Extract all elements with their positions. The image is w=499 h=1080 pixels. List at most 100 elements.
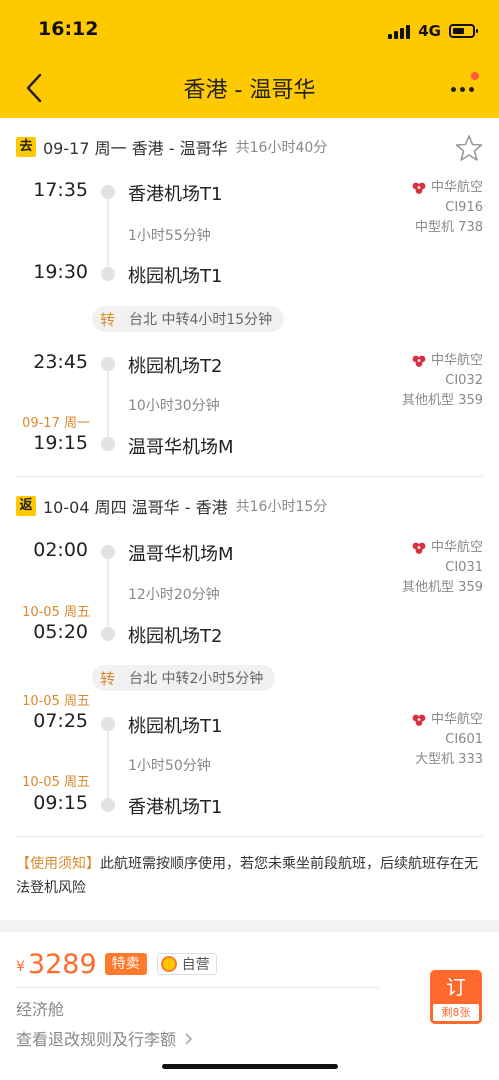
home-indicator xyxy=(162,1064,338,1069)
price-card: ¥ 3289 特卖 自营 经济舱 查看退改规则及行李额 订 剩8张 xyxy=(0,932,499,1080)
notice-tag: 【使用须知】 xyxy=(16,856,100,872)
return-header: 返 10-04 周四 温哥华 - 香港 共16小时15分 xyxy=(16,494,327,518)
more-icon-dot xyxy=(469,87,474,92)
section-divider xyxy=(16,836,483,837)
arrival-time: 09:15 xyxy=(33,792,88,814)
arrival-airport: 温哥华机场M xyxy=(128,437,234,458)
departure-time: 23:45 xyxy=(33,351,88,373)
timeline-dot xyxy=(101,545,115,559)
itinerary-card: 去 09-17 周一 香港 - 温哥华 共16小时40分 17:35 香港机场T… xyxy=(0,118,499,920)
transfer-text: 台北 中转4小时15分钟 xyxy=(129,312,273,328)
departure-time: 07:25 xyxy=(33,710,88,732)
remaining-tickets: 剩8张 xyxy=(433,1004,479,1021)
timeline-dot xyxy=(101,185,115,199)
airline: 中华航空 xyxy=(411,710,483,730)
airline: 中华航空 xyxy=(402,538,483,558)
return-summary: 10-04 周四 温哥华 - 香港 xyxy=(43,498,228,517)
usage-notice: 【使用须知】此航班需按顺序使用，若您未乘坐前段航班，后续航班存在无法登机风险 xyxy=(16,852,483,900)
page-title: 香港 - 温哥华 xyxy=(183,78,316,103)
self-operated-badge: 自营 xyxy=(156,953,217,975)
departure-airport: 桃园机场T2 xyxy=(128,356,223,377)
airline-name: 中华航空 xyxy=(430,540,483,555)
self-operated-label: 自营 xyxy=(181,957,210,973)
timeline-line xyxy=(107,552,109,632)
timeline-dot xyxy=(101,357,115,371)
flight-number: CI032 xyxy=(445,373,483,388)
arrival-time: 19:30 xyxy=(33,261,88,283)
arrival-date: 10-05 周五 xyxy=(22,605,90,620)
more-button[interactable] xyxy=(449,72,479,104)
timeline-dot xyxy=(101,627,115,641)
arrival-date: 10-05 周五 xyxy=(22,775,90,790)
departure-airport: 桃园机场T1 xyxy=(128,716,223,737)
more-icon-dot xyxy=(460,87,465,92)
return-total-duration: 共16小时15分 xyxy=(235,499,328,515)
flight-info: 中华航空 CI032 其他机型 359 xyxy=(402,351,483,411)
airline: 中华航空 xyxy=(402,351,483,371)
arrival-airport: 桃园机场T1 xyxy=(128,266,223,287)
airline-name: 中华航空 xyxy=(430,180,483,195)
outbound-summary: 09-17 周一 香港 - 温哥华 xyxy=(43,139,228,158)
arrival-airport: 桃园机场T2 xyxy=(128,626,223,647)
aircraft-type: 中型机 738 xyxy=(415,220,483,235)
status-indicators: 4G xyxy=(388,20,478,42)
price-row: ¥ 3289 特卖 自营 xyxy=(16,948,217,980)
status-time: 16:12 xyxy=(38,18,99,40)
airline-name: 中华航空 xyxy=(430,712,483,727)
currency-symbol: ¥ xyxy=(16,959,25,975)
outbound-header: 去 09-17 周一 香港 - 温哥华 共16小时40分 xyxy=(16,135,327,159)
network-label: 4G xyxy=(418,22,441,40)
battery-icon xyxy=(449,24,478,38)
refund-rules-label: 查看退改规则及行李额 xyxy=(16,1030,177,1049)
arrival-time: 05:20 xyxy=(33,621,88,643)
arrival-date: 09-17 周一 xyxy=(22,416,90,431)
cabin-class: 经济舱 xyxy=(16,1000,65,1019)
price-value: 3289 xyxy=(27,948,97,980)
header: 16:12 4G 香港 - 温哥华 xyxy=(0,0,499,118)
arrival-airport: 香港机场T1 xyxy=(128,797,223,818)
departure-airport: 温哥华机场M xyxy=(128,544,234,565)
signal-icon xyxy=(388,23,411,39)
price-divider xyxy=(16,987,380,988)
flight-duration: 12小时20分钟 xyxy=(128,587,220,603)
book-button[interactable]: 订 剩8张 xyxy=(430,970,482,1024)
timeline-dot xyxy=(101,798,115,812)
timeline-dot xyxy=(101,267,115,281)
aircraft-type: 其他机型 359 xyxy=(402,393,483,408)
flight-info: 中华航空 CI601 大型机 333 xyxy=(411,710,483,770)
notification-dot xyxy=(471,72,479,80)
flight-duration: 1小时50分钟 xyxy=(128,758,211,774)
outbound-total-duration: 共16小时40分 xyxy=(235,140,328,156)
flight-number: CI916 xyxy=(445,200,483,215)
timeline-line xyxy=(107,362,109,442)
timeline-line xyxy=(107,192,109,268)
airline-logo-icon xyxy=(412,542,426,554)
airline: 中华航空 xyxy=(411,178,483,198)
airline-logo-icon xyxy=(412,714,426,726)
flight-number: CI601 xyxy=(445,732,483,747)
book-label: 订 xyxy=(446,975,466,999)
timeline-dot xyxy=(101,717,115,731)
departure-time: 17:35 xyxy=(33,179,88,201)
flight-duration: 1小时55分钟 xyxy=(128,228,211,244)
transfer-label: 转 xyxy=(100,310,116,329)
aircraft-type: 大型机 333 xyxy=(415,752,483,767)
airline-name: 中华航空 xyxy=(430,353,483,368)
flight-number: CI031 xyxy=(445,560,483,575)
timeline-dot xyxy=(101,437,115,451)
self-operated-icon xyxy=(160,956,177,972)
arrival-time: 19:15 xyxy=(33,432,88,454)
refund-rules-link[interactable]: 查看退改规则及行李额 xyxy=(16,1026,194,1050)
departure-date: 10-05 周五 xyxy=(22,694,90,709)
airline-logo-icon xyxy=(412,355,426,367)
airline-logo-icon xyxy=(412,182,426,194)
transfer-info: 转 台北 中转2小时5分钟 xyxy=(92,665,276,691)
transfer-text: 台北 中转2小时5分钟 xyxy=(129,671,264,687)
section-divider xyxy=(16,476,483,477)
timeline-line xyxy=(107,722,109,804)
transfer-info: 转 台北 中转4小时15分钟 xyxy=(92,306,285,332)
return-tag: 返 xyxy=(16,496,36,516)
favorite-button[interactable] xyxy=(455,134,483,162)
flight-info: 中华航空 CI916 中型机 738 xyxy=(411,178,483,238)
departure-time: 02:00 xyxy=(33,539,88,561)
